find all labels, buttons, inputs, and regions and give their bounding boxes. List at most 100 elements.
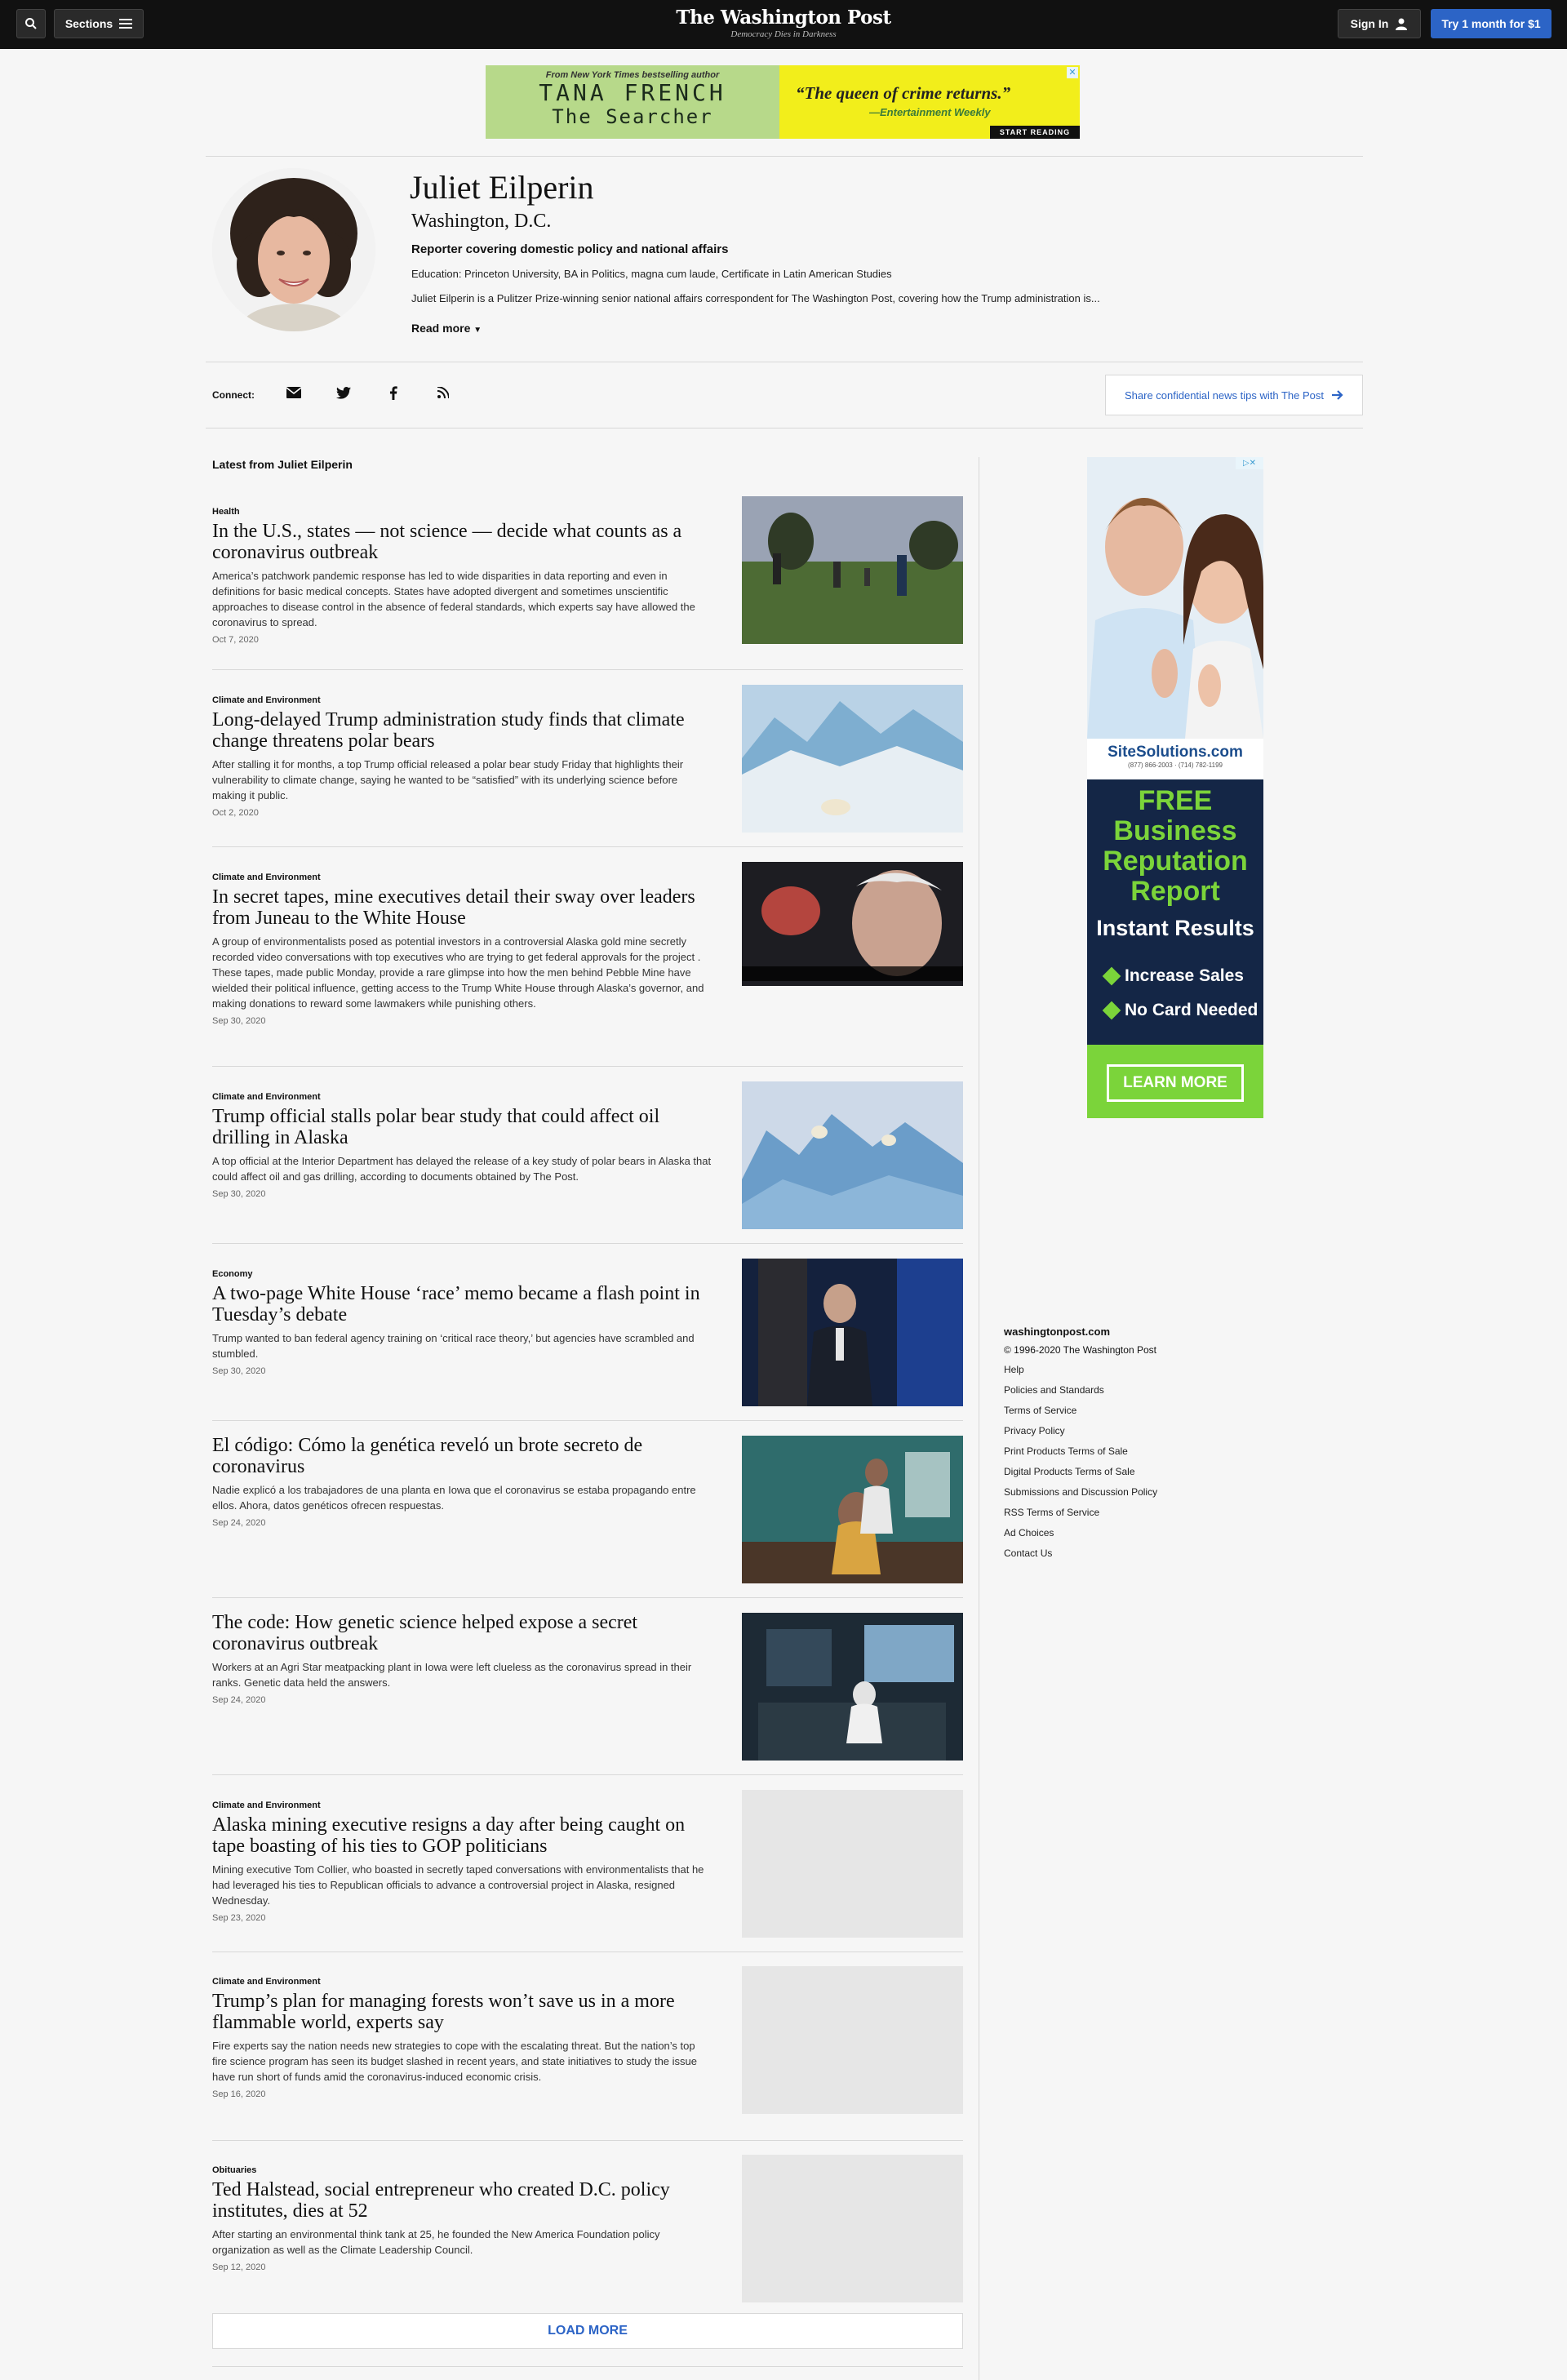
- divider: [212, 1420, 963, 1421]
- search-button[interactable]: [16, 9, 46, 38]
- footer-link[interactable]: Submissions and Discussion Policy: [1004, 1486, 1157, 1507]
- footer-copyright: © 1996-2020 The Washington Post: [1004, 1344, 1156, 1356]
- sign-in-label: Sign In: [1350, 17, 1389, 30]
- diamond-icon: [1102, 966, 1121, 986]
- divider: [212, 2366, 963, 2367]
- author-location: Washington, D.C.: [411, 211, 552, 232]
- article-blurb: After stalling it for months, a top Trum…: [212, 758, 684, 801]
- subscribe-label: Try 1 month for $1: [1441, 17, 1541, 30]
- footer-link[interactable]: Contact Us: [1004, 1547, 1157, 1568]
- article-headline[interactable]: Long-delayed Trump administration study …: [212, 709, 712, 752]
- ad-cta-area: LEARN MORE: [1087, 1045, 1263, 1118]
- ad-offer-line: FREE: [1138, 785, 1213, 816]
- ad-brand: SiteSolutions.com (877) 866-2003 · (714)…: [1087, 739, 1263, 779]
- mail-icon[interactable]: [286, 384, 302, 401]
- article-headline[interactable]: A two-page White House ‘race’ memo becam…: [212, 1283, 712, 1325]
- article-headline[interactable]: Alaska mining executive resigns a day af…: [212, 1814, 712, 1857]
- divider: [212, 2140, 963, 2141]
- ad-brand-name: SiteSolutions.com: [1108, 744, 1243, 761]
- footer-link[interactable]: Privacy Policy: [1004, 1425, 1157, 1445]
- ad-offer: FREE Business Reputation Report: [1087, 786, 1263, 907]
- ad-bullet-text: Increase Sales: [1125, 966, 1244, 985]
- article-headline[interactable]: El código: Cómo la genética reveló un br…: [212, 1435, 712, 1477]
- article-headline[interactable]: In secret tapes, mine executives detail …: [212, 886, 712, 929]
- footer-link[interactable]: RSS Terms of Service: [1004, 1507, 1157, 1527]
- footer-link[interactable]: Help: [1004, 1364, 1157, 1384]
- ad-offer-line: Business: [1113, 815, 1237, 846]
- ad-close-icon[interactable]: ✕: [1067, 67, 1078, 78]
- ad-offer-line: Report: [1130, 876, 1220, 907]
- divider: [212, 1774, 963, 1775]
- top-navigation-bar: Sections The Washington Post Democracy D…: [0, 0, 1567, 49]
- article-headline[interactable]: Ted Halstead, social entrepreneur who cr…: [212, 2179, 712, 2222]
- footer-site-name[interactable]: washingtonpost.com: [1004, 1325, 1157, 1338]
- divider: [212, 1243, 963, 1244]
- arrow-right-icon: [1332, 390, 1343, 400]
- article-headline[interactable]: Trump’s plan for managing forests won’t …: [212, 1991, 712, 2033]
- ad-quote: “The queen of crime returns.”: [796, 83, 1011, 103]
- ad-learn-more-button[interactable]: LEARN MORE: [1107, 1064, 1244, 1102]
- facebook-icon[interactable]: [385, 384, 402, 401]
- divider: [206, 156, 1363, 157]
- logo-tagline: Democracy Dies in Darkness: [730, 29, 837, 39]
- author-name: Juliet Eilperin: [410, 169, 594, 206]
- rss-icon[interactable]: [435, 384, 451, 401]
- article-blurb: A group of environmentalists posed as po…: [212, 935, 704, 1010]
- divider: [212, 1597, 963, 1598]
- article-blurb: Nadie explicó a los trabajadores de una …: [212, 1484, 696, 1512]
- author-role: Reporter covering domestic policy and na…: [411, 242, 729, 256]
- ad-bullet: Increase Sales: [1102, 966, 1244, 986]
- article-thumbnail[interactable]: [742, 1081, 963, 1229]
- subscribe-button[interactable]: Try 1 month for $1: [1431, 9, 1551, 38]
- article-blurb: A top official at the Interior Departmen…: [212, 1155, 712, 1183]
- search-icon: [25, 18, 37, 29]
- read-more-label: Read more: [411, 322, 471, 335]
- connect-label: Connect:: [212, 389, 255, 401]
- footer-link[interactable]: Policies and Standards: [1004, 1384, 1157, 1405]
- article-blurb: After starting an environmental think ta…: [212, 2228, 660, 2256]
- article-thumbnail[interactable]: [742, 1613, 963, 1761]
- article-blurb: Trump wanted to ban federal agency train…: [212, 1332, 695, 1360]
- divider: [212, 846, 963, 847]
- article-thumbnail[interactable]: [742, 862, 963, 986]
- news-tips-label: Share confidential news tips with The Po…: [1124, 389, 1324, 402]
- article-blurb: Fire experts say the nation needs new st…: [212, 2040, 697, 2083]
- sign-in-button[interactable]: Sign In: [1338, 9, 1421, 38]
- ad-choices-icon[interactable]: ▷✕: [1236, 457, 1263, 469]
- ad-author-name: TANA FRENCH: [539, 79, 726, 106]
- article-thumbnail[interactable]: [742, 1436, 963, 1583]
- news-tips-button[interactable]: Share confidential news tips with The Po…: [1105, 375, 1363, 415]
- ad-phone: (877) 866-2003 · (714) 782-1199: [1128, 762, 1223, 769]
- footer-link[interactable]: Terms of Service: [1004, 1405, 1157, 1425]
- article-thumbnail[interactable]: [742, 685, 963, 833]
- sidebar-ad[interactable]: SiteSolutions.com (877) 866-2003 · (714)…: [1087, 457, 1263, 1118]
- article-headline[interactable]: The code: How genetic science helped exp…: [212, 1612, 712, 1654]
- top-banner-ad[interactable]: From New York Times bestselling author T…: [486, 65, 1080, 139]
- latest-label: Latest from Juliet Eilperin: [212, 458, 353, 471]
- load-more-button[interactable]: LOAD MORE: [212, 2313, 963, 2349]
- ad-book-title: The Searcher: [552, 105, 713, 128]
- ad-bullet: No Card Needed: [1102, 1001, 1258, 1020]
- footer-link[interactable]: Ad Choices: [1004, 1527, 1157, 1547]
- divider: [212, 1066, 963, 1067]
- read-more-button[interactable]: Read more ▼: [411, 322, 482, 335]
- article-thumbnail[interactable]: [742, 1259, 963, 1406]
- article-headline[interactable]: In the U.S., states — not science — deci…: [212, 521, 712, 563]
- hamburger-icon: [119, 19, 133, 29]
- article-blurb: Mining executive Tom Collier, who boaste…: [212, 1863, 704, 1907]
- sections-button[interactable]: Sections: [54, 9, 144, 38]
- article-thumbnail-placeholder[interactable]: [742, 2155, 963, 2302]
- article-thumbnail-placeholder[interactable]: [742, 1966, 963, 2114]
- ad-start-reading[interactable]: START READING: [990, 126, 1080, 139]
- article-thumbnail-placeholder[interactable]: [742, 1790, 963, 1938]
- sections-label: Sections: [64, 17, 113, 30]
- article-blurb: Workers at an Agri Star meatpacking plan…: [212, 1661, 692, 1689]
- ad-book-panel: From New York Times bestselling author T…: [486, 65, 779, 139]
- washington-post-logo[interactable]: The Washington Post Democracy Dies in Da…: [620, 7, 947, 39]
- article-headline[interactable]: Trump official stalls polar bear study t…: [212, 1106, 712, 1148]
- twitter-icon[interactable]: [335, 384, 352, 401]
- article-thumbnail[interactable]: [742, 496, 963, 644]
- divider: [212, 669, 963, 670]
- footer-link[interactable]: Digital Products Terms of Sale: [1004, 1466, 1157, 1486]
- footer-link[interactable]: Print Products Terms of Sale: [1004, 1445, 1157, 1466]
